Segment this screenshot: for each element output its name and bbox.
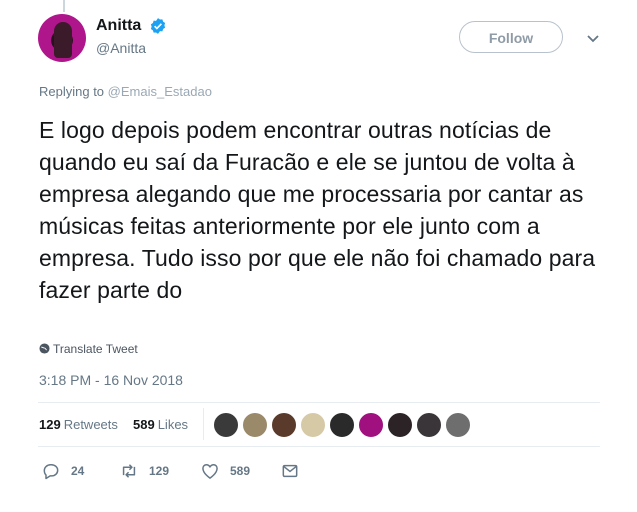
tweet-header: Anitta @Anitta Follow <box>38 14 611 66</box>
liker-avatar[interactable] <box>242 412 268 438</box>
direct-message-button[interactable] <box>280 460 300 482</box>
liker-avatar[interactable] <box>329 412 355 438</box>
divider-bottom <box>38 446 600 447</box>
avatar[interactable] <box>38 14 86 62</box>
message-icon <box>282 464 298 478</box>
verified-icon <box>150 18 165 34</box>
liker-avatar[interactable] <box>445 412 471 438</box>
liker-avatar[interactable] <box>416 412 442 438</box>
replying-to: Replying to @Emais_Estadao <box>39 84 212 99</box>
globe-icon <box>39 343 50 354</box>
replying-prefix: Replying to <box>39 84 105 99</box>
tweet-timestamp[interactable]: 3:18 PM - 16 Nov 2018 <box>39 372 183 388</box>
like-count: 589 <box>230 464 251 478</box>
likes-count: 589 <box>133 417 155 432</box>
heart-icon <box>202 464 218 479</box>
translate-label: Translate Tweet <box>53 342 138 356</box>
liker-avatar[interactable] <box>300 412 326 438</box>
tweet-text: E logo depois podem encontrar outras not… <box>39 117 596 303</box>
likes-label: Likes <box>157 417 189 432</box>
liker-avatar[interactable] <box>271 412 297 438</box>
retweets-count: 129 <box>39 417 61 432</box>
translate-tweet-link[interactable]: Translate Tweet <box>39 342 138 356</box>
chevron-down-icon[interactable] <box>585 30 601 46</box>
follow-button[interactable]: Follow <box>459 21 563 53</box>
retweet-button[interactable]: 129 <box>119 460 169 482</box>
reply-icon <box>43 464 59 480</box>
retweets-stat[interactable]: 129 Retweets <box>39 417 118 432</box>
stats-separator <box>203 408 204 440</box>
liker-avatar[interactable] <box>358 412 384 438</box>
tweet-stats: 129 Retweets 589 Likes <box>39 402 600 446</box>
retweet-icon <box>122 464 136 478</box>
reply-handle-link[interactable]: @Emais_Estadao <box>108 84 212 99</box>
liker-avatar[interactable] <box>213 412 239 438</box>
retweets-label: Retweets <box>63 417 118 432</box>
like-button[interactable]: 589 <box>200 460 250 482</box>
likes-stat[interactable]: 589 Likes <box>133 417 188 432</box>
retweet-count: 129 <box>149 464 170 478</box>
user-name-block[interactable]: Anitta @Anitta <box>96 16 167 56</box>
user-handle[interactable]: @Anitta <box>96 40 167 56</box>
display-name[interactable]: Anitta <box>96 16 141 36</box>
tweet-actions: 24 129 589 <box>39 460 339 484</box>
liker-avatar[interactable] <box>387 412 413 438</box>
thread-line <box>63 0 65 12</box>
reply-button[interactable]: 24 <box>41 460 84 482</box>
reply-count: 24 <box>71 464 85 478</box>
